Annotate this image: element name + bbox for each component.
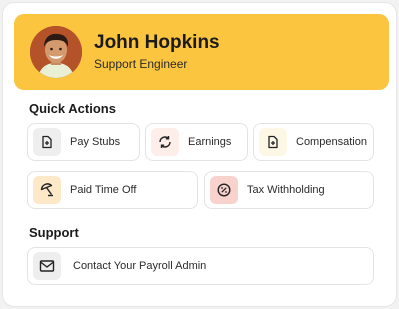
tax-withholding-button[interactable]: Tax Withholding <box>204 171 374 209</box>
earnings-label: Earnings <box>188 136 232 148</box>
percent-badge-icon <box>210 176 238 204</box>
pay-stubs-label: Pay Stubs <box>70 136 121 148</box>
document-plus-icon <box>259 128 287 156</box>
payroll-card: John Hopkins Support Engineer Quick Acti… <box>2 2 397 307</box>
document-plus-icon <box>33 128 61 156</box>
contact-payroll-admin-button[interactable]: Contact Your Payroll Admin <box>27 247 374 285</box>
contact-payroll-admin-label: Contact Your Payroll Admin <box>73 260 207 272</box>
pay-stubs-button[interactable]: Pay Stubs <box>27 123 140 161</box>
refresh-arrows-icon <box>151 128 179 156</box>
beach-umbrella-icon <box>33 176 61 204</box>
profile-name: John Hopkins <box>94 32 220 53</box>
profile-title: Support Engineer <box>94 57 188 71</box>
quick-actions-heading: Quick Actions <box>29 101 116 116</box>
profile-header: John Hopkins Support Engineer <box>14 14 389 90</box>
paid-time-off-button[interactable]: Paid Time Off <box>27 171 198 209</box>
avatar-portrait <box>30 26 82 78</box>
paid-time-off-label: Paid Time Off <box>70 184 137 196</box>
support-heading: Support <box>29 225 79 240</box>
tax-withholding-label: Tax Withholding <box>247 184 325 196</box>
mail-icon <box>33 252 61 280</box>
earnings-button[interactable]: Earnings <box>145 123 248 161</box>
compensation-button[interactable]: Compensation <box>253 123 374 161</box>
compensation-label: Compensation <box>296 136 367 148</box>
avatar <box>30 26 82 78</box>
